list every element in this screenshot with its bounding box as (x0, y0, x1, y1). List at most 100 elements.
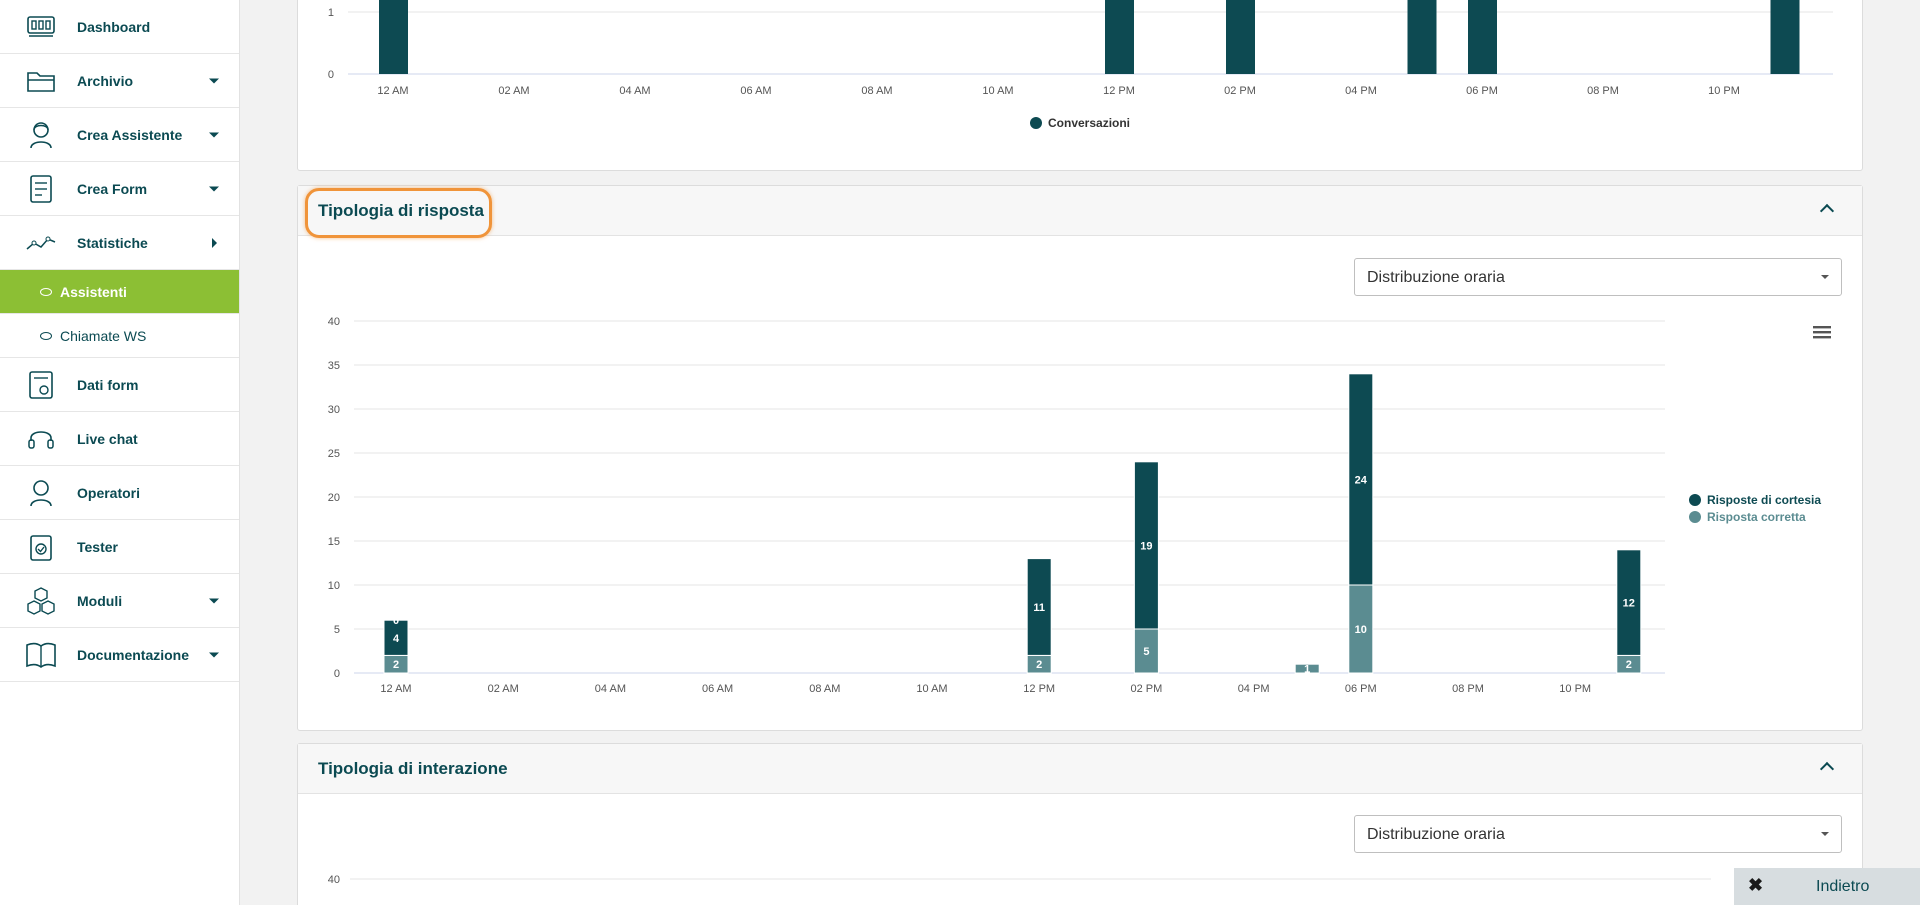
sidebar-subitem-label: Chiamate WS (60, 327, 147, 344)
sidebar-item-label: Moduli (77, 592, 123, 609)
sidebar-item-crea-form[interactable]: Crea Form (0, 162, 239, 216)
hamburger-menu-icon[interactable] (1813, 331, 1831, 334)
y-tick-label: 1 (328, 7, 334, 19)
book-icon (26, 640, 56, 670)
sidebar-item-dati-form[interactable]: Dati form (0, 358, 239, 412)
bar (1105, 0, 1134, 74)
x-tick-label: 08 AM (809, 683, 840, 695)
close-icon[interactable]: ✖ (1748, 875, 1763, 896)
x-tick-label: 12 PM (1023, 683, 1055, 695)
data-label: 5 (1143, 646, 1149, 658)
x-tick-label: 08 PM (1452, 683, 1484, 695)
interazione-panel: Tipologia di interazione Distribuzione o… (297, 743, 1863, 905)
x-tick-label: 10 AM (982, 85, 1013, 97)
data-label: 19 (1140, 540, 1152, 552)
sidebar-item-dashboard[interactable]: Dashboard (0, 0, 239, 54)
sidebar-item-label: Statistiche (77, 234, 148, 251)
x-tick-label: 10 AM (916, 683, 947, 695)
bar (1407, 0, 1437, 74)
operator-icon (26, 478, 56, 508)
y-tick-label: 35 (328, 360, 340, 372)
x-tick-label: 12 AM (377, 85, 408, 97)
data-label: 1 (1304, 664, 1310, 676)
x-tick-label: 10 PM (1559, 683, 1591, 695)
x-tick-label: 04 PM (1345, 85, 1377, 97)
conversazioni-panel: 0 1 12 AM 02 AM 04 AM 06 AM 08 AM 10 AM 12 PM 02 … (297, 0, 1863, 171)
conversazioni-chart: 0 1 12 AM 02 AM 04 AM 06 AM 08 AM 10 AM 12 PM 02 … (328, 0, 1833, 130)
risposta-chart: 05101520253035402421151911024212012 AM 02… (328, 316, 1831, 695)
sidebar: Dashboard Archivio Crea Assistente Crea For… (0, 0, 240, 905)
bar (379, 0, 408, 74)
data-label: 10 (1355, 624, 1367, 636)
x-tick-label: 06 PM (1345, 683, 1377, 695)
sidebar-item-moduli[interactable]: Moduli (0, 574, 239, 628)
sidebar-item-label: Dashboard (77, 18, 151, 35)
y-tick-label: 25 (328, 448, 340, 460)
bar (1468, 0, 1497, 74)
back-button[interactable]: ✖ Indietro (1734, 868, 1920, 905)
sidebar-item-live-chat[interactable]: Live chat (0, 412, 239, 466)
x-tick-label: 06 PM (1466, 85, 1498, 97)
hamburger-menu-icon[interactable] (1813, 336, 1831, 339)
interazione-chart: 40 (328, 874, 1711, 886)
caret-down-icon (209, 186, 219, 191)
sidebar-item-archivio[interactable]: Archivio (0, 54, 239, 108)
x-tick-label: 04 PM (1238, 683, 1270, 695)
stats-icon (26, 228, 56, 258)
sidebar-item-label: Operatori (77, 484, 141, 501)
y-tick-label: 0 (328, 69, 334, 81)
sidebar-item-operatori[interactable]: Operatori (0, 466, 239, 520)
data-label: 24 (1355, 474, 1368, 486)
data-label: 12 (1623, 598, 1635, 610)
x-tick-label: 04 AM (595, 683, 626, 695)
sidebar-item-crea-assistente[interactable]: Crea Assistente (0, 108, 239, 162)
bullet-icon (40, 331, 52, 340)
form-icon (26, 174, 56, 204)
risposta-panel: Tipologia di risposta Distribuzione orar… (297, 185, 1863, 731)
cubes-icon (26, 586, 56, 616)
sidebar-subitem-assistenti[interactable]: Assistenti (0, 270, 239, 314)
sidebar-item-label: Crea Form (77, 180, 148, 197)
y-tick-label: 5 (334, 624, 340, 636)
legend-marker[interactable] (1689, 511, 1701, 523)
dashboard-icon (26, 12, 56, 42)
sidebar-item-label: Live chat (77, 430, 138, 447)
sidebar-item-label: Archivio (77, 72, 134, 89)
sidebar-item-label: Tester (77, 538, 118, 555)
y-tick-label: 0 (334, 668, 340, 680)
x-tick-label: 04 AM (619, 85, 650, 97)
y-tick-label: 20 (328, 492, 340, 504)
legend-marker[interactable] (1689, 494, 1701, 506)
form-data-icon (26, 370, 56, 400)
sidebar-item-label: Crea Assistente (77, 126, 183, 143)
x-tick-label: 12 AM (380, 683, 411, 695)
sidebar-item-tester[interactable]: Tester (0, 520, 239, 574)
headset-icon (26, 424, 56, 454)
y-tick-label: 15 (328, 536, 340, 548)
data-label: 4 (393, 633, 400, 645)
legend-marker[interactable] (1030, 117, 1042, 129)
bullet-icon (40, 287, 52, 296)
legend-label[interactable]: Risposte di cortesia (1707, 493, 1821, 507)
hamburger-menu-icon[interactable] (1813, 326, 1831, 329)
main-content: 0 1 12 AM 02 AM 04 AM 06 AM 08 AM 10 AM 12 PM 02 … (297, 0, 1863, 905)
y-tick-label: 30 (328, 404, 340, 416)
sidebar-item-statistiche[interactable]: Statistiche (0, 216, 239, 270)
data-label: 0 (393, 615, 399, 627)
x-tick-label: 06 AM (740, 85, 771, 97)
x-tick-label: 10 PM (1708, 85, 1740, 97)
bar (1226, 0, 1255, 74)
sidebar-subitem-chiamate-ws[interactable]: Chiamate WS (0, 314, 239, 358)
caret-down-icon (209, 132, 219, 137)
assistant-icon (26, 120, 56, 150)
x-tick-label: 02 AM (488, 683, 519, 695)
x-tick-label: 08 PM (1587, 85, 1619, 97)
bar (1770, 0, 1800, 74)
x-tick-label: 02 PM (1131, 683, 1163, 695)
legend-label[interactable]: Risposta corretta (1707, 510, 1806, 524)
x-tick-label: 12 PM (1103, 85, 1135, 97)
caret-right-icon (212, 237, 217, 248)
sidebar-item-label: Dati form (77, 376, 139, 393)
sidebar-item-documentazione[interactable]: Documentazione (0, 628, 239, 682)
legend-label[interactable]: Conversazioni (1048, 116, 1130, 130)
